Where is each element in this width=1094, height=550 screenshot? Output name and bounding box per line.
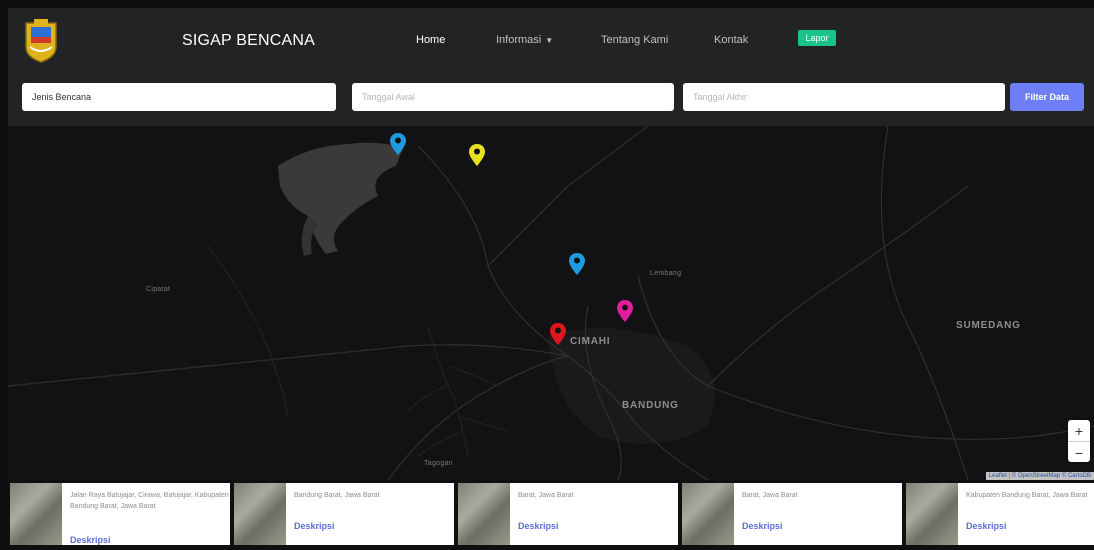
map-marker-icon[interactable] (390, 133, 406, 155)
lapor-button[interactable]: Lapor (798, 30, 836, 46)
report-address: Jalan Raya Batujajar, Cirawa, Batujajar,… (70, 492, 229, 511)
report-card: Barat, Jawa Barat Deskripsi (458, 483, 678, 545)
leaflet-link[interactable]: Leaflet (989, 473, 1007, 479)
report-thumbnail[interactable] (458, 483, 510, 545)
place-label: Lembang (650, 270, 682, 277)
report-thumbnail[interactable] (906, 483, 958, 545)
map-marker-icon[interactable] (617, 300, 633, 322)
report-address: Kabupaten Bandung Barat, Jawa Barat (966, 492, 1088, 499)
report-card-list: Jalan Raya Batujajar, Cirawa, Batujajar,… (0, 480, 1094, 550)
deskripsi-link[interactable]: Deskripsi (966, 521, 1007, 531)
report-card: Bandung Barat, Jawa Barat Deskripsi (234, 483, 454, 545)
disaster-map[interactable]: Cipatat Lembang CIMAHI BANDUNG SUMEDANG … (8, 126, 1094, 480)
place-label: Tagogan (424, 460, 453, 467)
tanggal-akhir-input[interactable] (683, 83, 1005, 111)
map-marker-icon[interactable] (550, 323, 566, 345)
openstreetmap-link[interactable]: © OpenStreetMap (1012, 473, 1060, 479)
report-address: Barat, Jawa Barat (518, 492, 574, 499)
navbar: SIGAP BENCANA Home Informasi ▼ Tentang Ka… (8, 8, 1094, 74)
report-thumbnail[interactable] (682, 483, 734, 545)
nav-kontak-link[interactable]: Kontak (714, 34, 748, 46)
report-card: Barat, Jawa Barat Deskripsi (682, 483, 902, 545)
map-attribution: Leaflet | © OpenStreetMap © CartoDB (985, 472, 1094, 480)
place-label: CIMAHI (570, 336, 611, 347)
place-label: Cipatat (146, 286, 171, 293)
report-address: Bandung Barat, Jawa Barat (294, 492, 380, 499)
nav-informasi-label: Informasi (496, 34, 542, 46)
regional-emblem-logo[interactable] (22, 17, 60, 63)
nav-tentang-kami-link[interactable]: Tentang Kami (601, 34, 668, 46)
deskripsi-link[interactable]: Deskripsi (518, 521, 559, 531)
deskripsi-link[interactable]: Deskripsi (742, 521, 783, 531)
zoom-in-button[interactable]: + (1068, 420, 1090, 442)
filter-bar: Jenis Bencana Filter Data (8, 74, 1094, 126)
report-address: Barat, Jawa Barat (742, 492, 798, 499)
zoom-out-button[interactable]: − (1068, 442, 1090, 463)
report-card: Kabupaten Bandung Barat, Jawa Barat Desk… (906, 483, 1094, 545)
map-marker-icon[interactable] (469, 144, 485, 166)
caret-down-icon: ▼ (545, 36, 554, 45)
map-base-layer (8, 126, 1094, 480)
report-thumbnail[interactable] (234, 483, 286, 545)
place-label: SUMEDANG (956, 320, 1021, 331)
report-card: Jalan Raya Batujajar, Cirawa, Batujajar,… (10, 483, 230, 545)
deskripsi-link[interactable]: Deskripsi (70, 535, 111, 545)
nav-informasi-dropdown[interactable]: Informasi ▼ (496, 34, 553, 46)
nav-home-link[interactable]: Home (416, 34, 445, 46)
report-thumbnail[interactable] (10, 483, 62, 545)
jenis-bencana-select[interactable]: Jenis Bencana (22, 83, 336, 111)
zoom-control: + − (1068, 420, 1090, 462)
tanggal-awal-input[interactable] (352, 83, 674, 111)
cartodb-link[interactable]: © CartoDB (1062, 473, 1091, 479)
map-marker-icon[interactable] (569, 253, 585, 275)
brand-title[interactable]: SIGAP BENCANA (182, 32, 315, 50)
filter-data-button[interactable]: Filter Data (1010, 83, 1084, 111)
deskripsi-link[interactable]: Deskripsi (294, 521, 335, 531)
place-label: BANDUNG (622, 400, 679, 411)
